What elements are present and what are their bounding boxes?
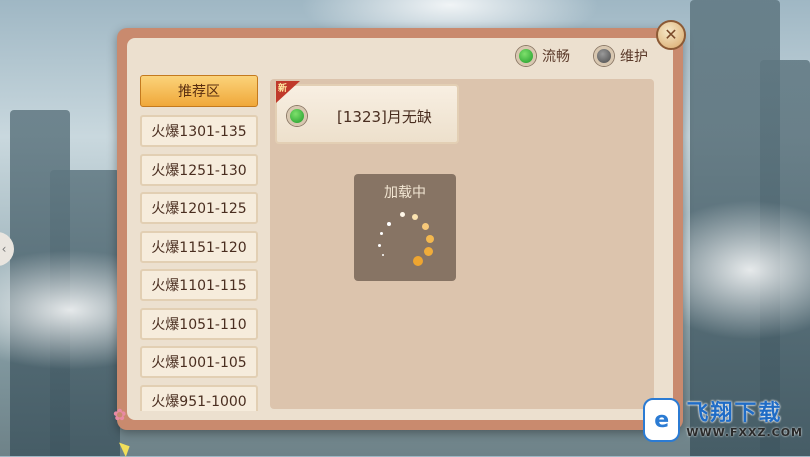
- blossom-icon: ✿: [113, 405, 127, 424]
- zone-tab[interactable]: 火爆1101-115: [140, 269, 258, 301]
- spinner-dot: [426, 235, 434, 243]
- spinner-dot: [422, 223, 429, 230]
- legend-smooth: 流畅: [516, 46, 570, 66]
- spinner-dot: [424, 247, 433, 256]
- watermark-url: WWW.FXXZ.COM: [686, 425, 803, 439]
- zone-tab-label: 火爆1101-115: [151, 278, 247, 294]
- watermark-logo-icon: e: [643, 398, 681, 442]
- zone-tab-recommended[interactable]: 推荐区: [140, 75, 258, 107]
- server-zone-list[interactable]: 推荐区 火爆1301-135 火爆1251-130 火爆1201-125 火爆1…: [140, 75, 260, 411]
- status-gray-icon: [594, 46, 614, 66]
- close-icon: ✕: [664, 25, 678, 44]
- close-button[interactable]: ✕: [656, 20, 686, 50]
- site-watermark: e 飞翔下载 WWW.FXXZ.COM: [643, 395, 803, 445]
- zone-tab-label: 火爆1301-135: [151, 124, 247, 140]
- loading-overlay: 加载中: [354, 174, 456, 281]
- status-green-icon: [516, 46, 536, 66]
- spinner-dot: [412, 214, 418, 220]
- zone-tab-label: 火爆1001-105: [151, 355, 247, 371]
- zone-tab-label: 火爆1151-120: [151, 240, 247, 256]
- spinner-dot: [413, 256, 423, 266]
- legend-smooth-label: 流畅: [542, 49, 570, 65]
- spinner-dot: [387, 222, 391, 226]
- zone-tab[interactable]: 火爆951-1000: [140, 385, 258, 411]
- zone-tab-label: 火爆1201-125: [151, 201, 247, 217]
- loading-text: 加载中: [384, 185, 426, 201]
- zone-tab[interactable]: 火爆1201-125: [140, 192, 258, 224]
- zone-tab-label: 火爆1251-130: [151, 163, 247, 179]
- zone-tab-label: 推荐区: [178, 84, 220, 100]
- status-green-icon: [287, 106, 307, 126]
- zone-tab[interactable]: 火爆1151-120: [140, 231, 258, 263]
- legend-maintenance-label: 维护: [620, 49, 648, 65]
- spinner-dot: [378, 244, 381, 247]
- watermark-title: 飞翔下载: [686, 400, 783, 426]
- zone-tab-label: 火爆951-1000: [151, 394, 247, 410]
- legend-maintenance: 维护: [594, 46, 648, 66]
- server-card[interactable]: [1323]月无缺: [275, 84, 459, 144]
- zone-tab[interactable]: 火爆1051-110: [140, 308, 258, 340]
- spinner-dot: [382, 254, 384, 256]
- zone-tab-label: 火爆1051-110: [151, 317, 247, 333]
- watermark-text: 飞翔下载 WWW.FXXZ.COM: [686, 400, 803, 439]
- zone-tab[interactable]: 火爆1301-135: [140, 115, 258, 147]
- server-name: [1323]月无缺: [337, 108, 432, 126]
- zone-tab[interactable]: 火爆1001-105: [140, 346, 258, 378]
- zone-tab[interactable]: 火爆1251-130: [140, 154, 258, 186]
- spinner-dot: [380, 232, 383, 235]
- spinner-dot: [400, 212, 405, 217]
- new-badge-label: 新: [278, 84, 288, 94]
